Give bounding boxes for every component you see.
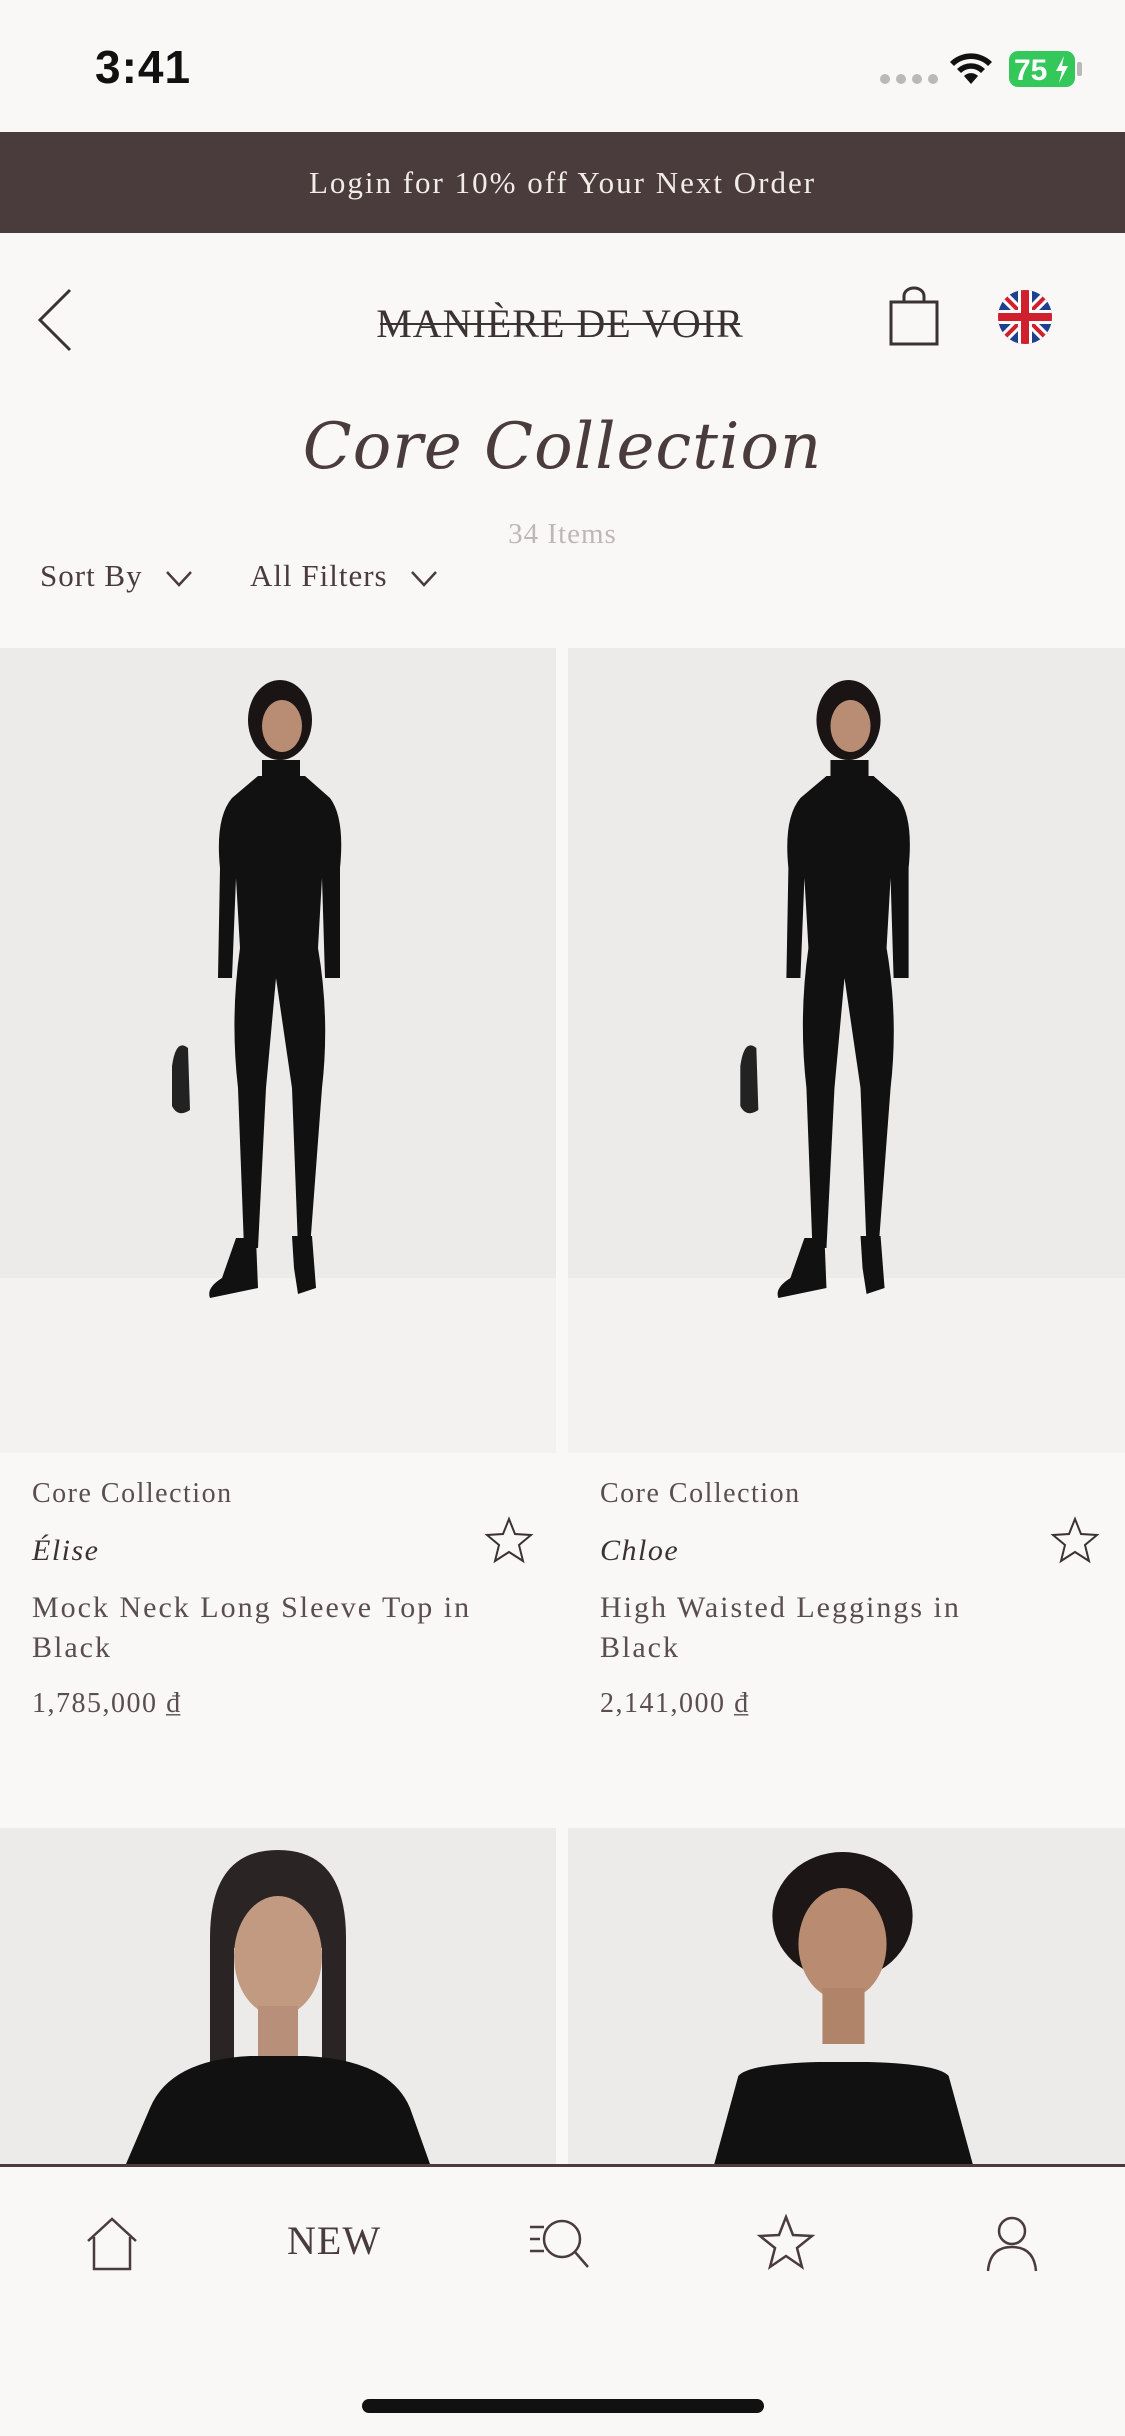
back-button[interactable] bbox=[30, 280, 80, 360]
model-photo bbox=[0, 1828, 556, 2164]
all-filters-dropdown[interactable]: All Filters bbox=[250, 558, 438, 594]
sort-by-dropdown[interactable]: Sort By bbox=[40, 558, 193, 594]
chevron-down-icon bbox=[165, 571, 192, 587]
product-collection: Core Collection bbox=[32, 1478, 233, 1509]
product-price: 1,785,000 ₫ bbox=[32, 1688, 182, 1719]
product-image[interactable] bbox=[568, 648, 1125, 1453]
product-image[interactable] bbox=[0, 648, 556, 1453]
product-collection: Core Collection bbox=[600, 1478, 801, 1509]
wifi-icon bbox=[950, 53, 992, 84]
page-title: Core Collection bbox=[302, 410, 823, 484]
home-indicator bbox=[362, 2399, 764, 2413]
home-icon[interactable] bbox=[80, 2211, 144, 2275]
shopping-bag-icon[interactable] bbox=[886, 286, 942, 348]
product-name: High Waisted Leggings in Black bbox=[600, 1591, 961, 1664]
signal-icon bbox=[880, 74, 938, 84]
model-photo bbox=[0, 648, 556, 1453]
battery-icon: 75 bbox=[1009, 51, 1082, 87]
product-price: 2,141,000 ₫ bbox=[600, 1688, 750, 1719]
product-name: Mock Neck Long Sleeve Top in Black bbox=[32, 1591, 472, 1664]
model-photo bbox=[568, 1828, 1125, 2164]
bottom-nav: NEW bbox=[0, 2164, 1125, 2436]
item-count: 34 Items bbox=[508, 518, 617, 550]
product-designer: Élise bbox=[32, 1534, 100, 1567]
wishlist-star-icon[interactable] bbox=[1050, 1516, 1100, 1564]
search-icon[interactable] bbox=[528, 2211, 592, 2275]
product-card[interactable]: Core Collection Élise Mock Neck Long Sle… bbox=[32, 1478, 472, 1720]
product-designer: Chloe bbox=[600, 1534, 680, 1567]
product-image[interactable] bbox=[568, 1828, 1125, 2164]
wishlist-icon[interactable] bbox=[754, 2211, 818, 2275]
product-card[interactable]: Core Collection Chloe High Waisted Leggi… bbox=[600, 1478, 1040, 1720]
brand-logo[interactable]: MANIÈRE DE VOIR bbox=[360, 288, 760, 358]
product-image[interactable] bbox=[0, 1828, 556, 2164]
uk-flag-icon[interactable] bbox=[998, 290, 1052, 344]
sort-by-label: Sort By bbox=[40, 558, 143, 593]
brand-name: MANIÈRE DE VOIR bbox=[376, 300, 744, 347]
status-bar: 3:41 75 bbox=[0, 0, 1125, 132]
nav-new[interactable]: NEW bbox=[287, 2217, 381, 2264]
model-photo bbox=[568, 648, 1125, 1453]
all-filters-label: All Filters bbox=[250, 558, 388, 593]
status-time: 3:41 bbox=[95, 41, 192, 93]
battery-level: 75 bbox=[1014, 54, 1047, 87]
wishlist-star-icon[interactable] bbox=[484, 1516, 534, 1564]
promo-banner[interactable]: Login for 10% off Your Next Order bbox=[0, 132, 1125, 233]
chevron-down-icon bbox=[410, 571, 437, 587]
promo-text: Login for 10% off Your Next Order bbox=[308, 164, 817, 200]
brand-strike-line bbox=[380, 323, 740, 325]
account-icon[interactable] bbox=[980, 2211, 1044, 2275]
